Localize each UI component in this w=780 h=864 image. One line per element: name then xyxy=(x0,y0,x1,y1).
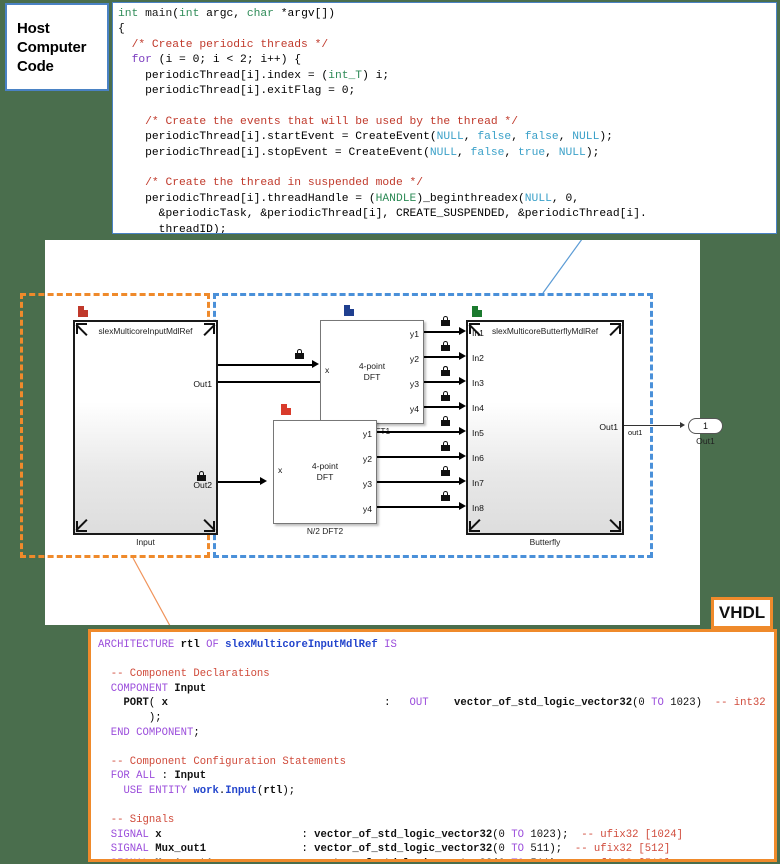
port-butterfly-in6: In6 xyxy=(472,453,484,463)
lock-icon-dft1-x xyxy=(295,349,304,359)
port-dft1-y4: y4 xyxy=(409,404,419,414)
arrow-to-dft1-x xyxy=(312,360,319,368)
port-butterfly-out1: Out1 xyxy=(599,422,618,432)
block-dft1-label: 4-point DFT xyxy=(358,361,386,382)
block-dft2-caption: N/2 DFT2 xyxy=(306,526,344,536)
host-label-line-2: Computer xyxy=(17,38,87,56)
lock-icon-dft2-y4 xyxy=(441,491,450,501)
port-butterfly-in1: In1 xyxy=(472,328,484,338)
port-dft1-y3: y3 xyxy=(409,379,419,389)
signal-label-out1: out1 xyxy=(628,428,643,437)
arrow-dft2-y1 xyxy=(459,427,466,435)
leader-line-c-code xyxy=(542,240,583,294)
wire-input-out2 xyxy=(218,481,262,484)
vhdl-code-text: ARCHITECTURE rtl OF slexMulticoreInputMd… xyxy=(98,639,774,859)
port-butterfly-in7: In7 xyxy=(472,478,484,488)
wire-butterfly-out1 xyxy=(624,425,682,427)
arrow-dft2-y4 xyxy=(459,502,466,510)
c-code-text: int main(int argc, char *argv[]) { /* Cr… xyxy=(118,8,647,234)
port-input-out2: Out2 xyxy=(193,480,212,490)
host-label-line-3: Code xyxy=(17,57,54,75)
arrow-dft1-y1 xyxy=(459,327,466,335)
wire-dft2-y3 xyxy=(377,481,461,484)
port-butterfly-in3: In3 xyxy=(472,378,484,388)
port-butterfly-in2: In2 xyxy=(472,353,484,363)
block-input-caption: Input xyxy=(136,537,155,547)
wire-dft2-y4 xyxy=(377,506,461,509)
port-butterfly-in5: In5 xyxy=(472,428,484,438)
wire-dft1-y3 xyxy=(424,381,461,384)
simulink-model-canvas: slexMulticoreInputMdlRef Out1 Out2 Input… xyxy=(20,240,723,625)
port-dft2-y1: y1 xyxy=(362,429,372,439)
arrow-dft1-y2 xyxy=(459,352,466,360)
arrow-input-out2 xyxy=(260,477,267,485)
mdlref-corner-bl xyxy=(76,521,87,532)
lock-icon-dft2-y1 xyxy=(441,416,450,426)
wire-dft1-y1 xyxy=(424,331,461,334)
port-dft2-y4: y4 xyxy=(362,504,372,514)
host-computer-code-label: Host Computer Code xyxy=(5,3,109,91)
port-dft2-x: x xyxy=(278,465,283,475)
mdlref-butterfly-corner-bl xyxy=(469,521,480,532)
block-input-title: slexMulticoreInputMdlRef xyxy=(98,326,193,336)
outport-block[interactable]: 1 xyxy=(688,418,723,434)
wire-dft1-y4 xyxy=(424,406,461,409)
lock-icon-dft1-y1 xyxy=(441,316,450,326)
block-dft1[interactable]: 4-point DFT x y1 y2 y3 y4 xyxy=(320,320,424,424)
badge-dft1 xyxy=(344,305,354,316)
block-butterfly-caption: Butterfly xyxy=(529,537,561,547)
block-butterfly-title: slexMulticoreButterflyMdlRef xyxy=(491,326,599,336)
block-butterfly-mdlref[interactable]: slexMulticoreButterflyMdlRef In1 In2 In3… xyxy=(466,320,624,535)
host-label-line-1: Host xyxy=(17,19,50,37)
block-dft2-label: 4-point DFT xyxy=(311,461,339,482)
lock-icon-dft1-y4 xyxy=(441,391,450,401)
lock-icon-dft1-y3 xyxy=(441,366,450,376)
port-dft1-y1: y1 xyxy=(409,329,419,339)
badge-butterfly-mdlref xyxy=(472,306,482,317)
badge-dft2 xyxy=(281,404,291,415)
lock-icon-dft1-y2 xyxy=(441,341,450,351)
arrow-dft2-y2 xyxy=(459,452,466,460)
lock-icon-out1 xyxy=(197,471,206,481)
badge-input-mdlref xyxy=(78,306,88,317)
vhdl-tag-text: VHDL xyxy=(718,603,766,622)
vhdl-tag: VHDL xyxy=(711,597,773,629)
port-dft2-y2: y2 xyxy=(362,454,372,464)
wire-to-dft1-x xyxy=(218,364,314,367)
lock-icon-dft2-y3 xyxy=(441,466,450,476)
port-dft1-x: x xyxy=(325,365,330,375)
outport-number: 1 xyxy=(702,421,708,431)
arrow-dft2-y3 xyxy=(459,477,466,485)
lock-icon-dft2-y2 xyxy=(441,441,450,451)
port-dft2-y3: y3 xyxy=(362,479,372,489)
wire-dft2-y2 xyxy=(377,456,461,459)
arrow-butterfly-out1 xyxy=(680,422,685,428)
vhdl-code-panel: ARCHITECTURE rtl OF slexMulticoreInputMd… xyxy=(88,629,777,862)
c-code-panel: int main(int argc, char *argv[]) { /* Cr… xyxy=(112,2,777,234)
port-dft1-y2: y2 xyxy=(409,354,419,364)
block-input-mdlref[interactable]: slexMulticoreInputMdlRef Out1 Out2 xyxy=(73,320,218,535)
port-input-out1: Out1 xyxy=(193,379,212,389)
port-butterfly-in4: In4 xyxy=(472,403,484,413)
port-butterfly-in8: In8 xyxy=(472,503,484,513)
mdlref-corner-br xyxy=(204,521,215,532)
wire-dft1-y2 xyxy=(424,356,461,359)
outport-caption: Out1 xyxy=(696,436,715,446)
arrow-dft1-y4 xyxy=(459,402,466,410)
mdlref-butterfly-corner-br xyxy=(610,521,621,532)
leader-line-vhdl xyxy=(132,557,171,625)
wire-dft2-y1 xyxy=(377,431,461,434)
block-dft2[interactable]: 4-point DFT x y1 y2 y3 y4 xyxy=(273,420,377,524)
